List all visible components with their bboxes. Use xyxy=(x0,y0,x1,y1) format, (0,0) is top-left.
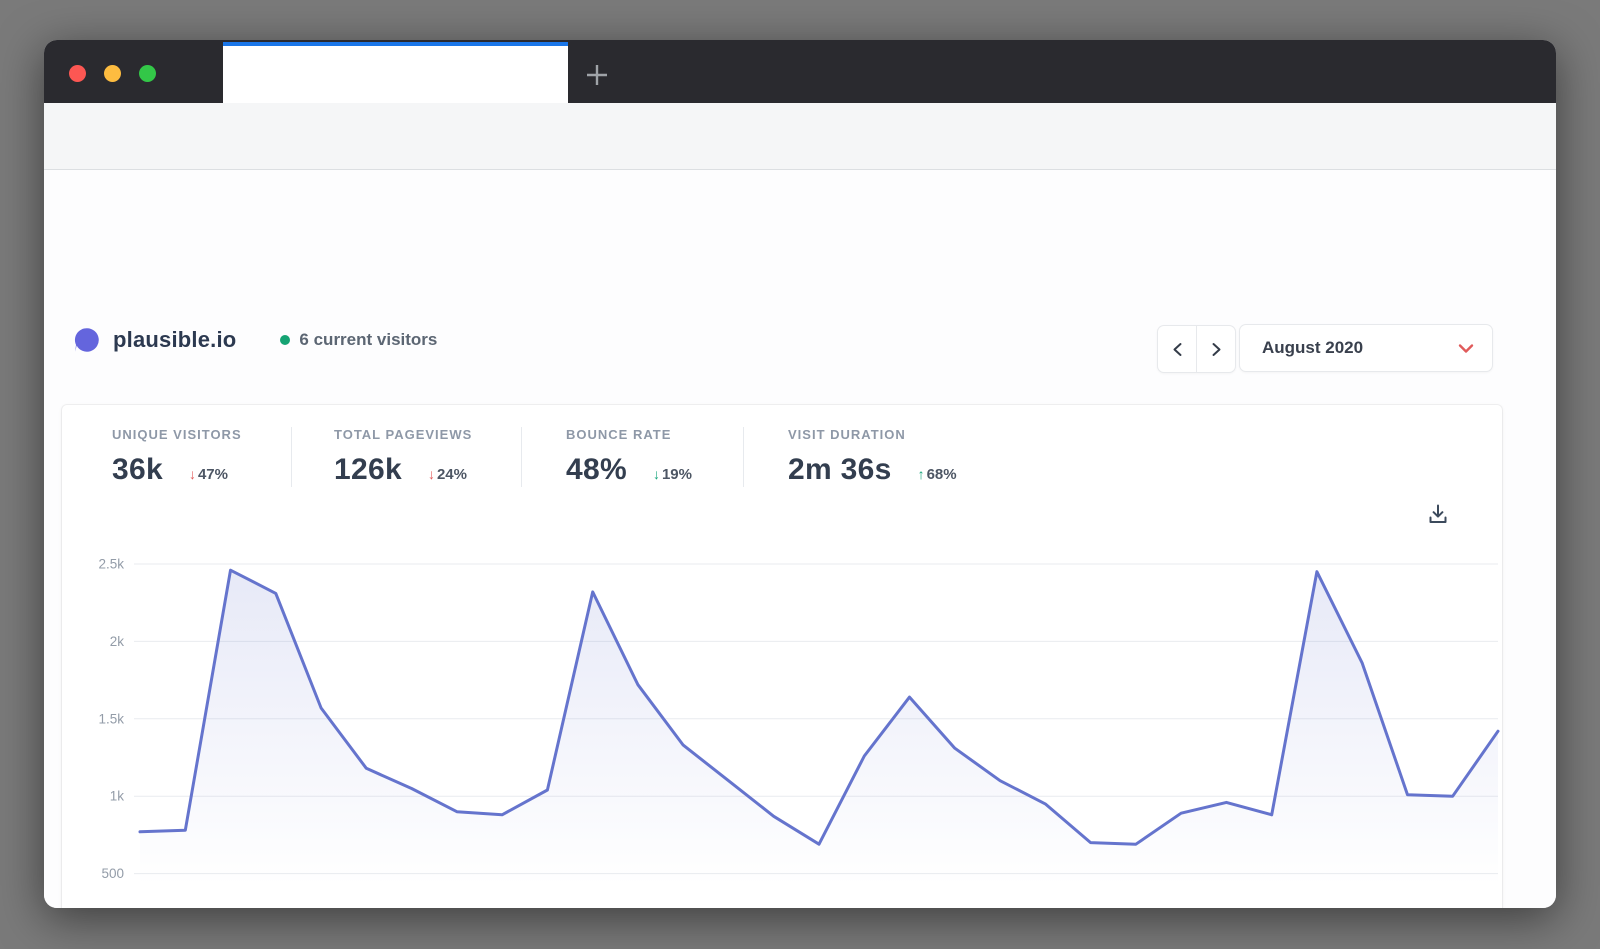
arrow-down-icon: ↓ xyxy=(189,466,196,482)
stat-label: TOTAL PAGEVIEWS xyxy=(334,427,521,442)
arrow-up-icon: ↑ xyxy=(918,466,925,482)
next-period-button[interactable] xyxy=(1197,326,1235,372)
current-visitors-text: 6 current visitors xyxy=(299,330,437,350)
stats-row: UNIQUE VISITORS 36k ↓47% TOTAL PAGEVIEWS… xyxy=(62,405,1502,487)
date-range-dropdown[interactable]: August 2020 xyxy=(1240,325,1492,371)
browser-toolbar xyxy=(44,103,1556,170)
stat-value: 36k xyxy=(112,453,163,487)
visitors-chart-svg: 05001k1.5k2k2.5k1 August5 August9 August… xyxy=(62,541,1502,908)
stat-value: 2m 36s xyxy=(788,453,892,487)
svg-text:500: 500 xyxy=(101,866,124,881)
visitors-chart[interactable]: 05001k1.5k2k2.5k1 August5 August9 August… xyxy=(62,541,1502,908)
arrow-down-icon: ↓ xyxy=(653,466,660,482)
minimize-window-button[interactable] xyxy=(104,65,121,82)
stat-label: VISIT DURATION xyxy=(788,427,957,442)
stat-visit-duration: VISIT DURATION 2m 36s ↑68% xyxy=(744,427,957,487)
site-name: plausible.io xyxy=(113,327,236,353)
stat-bounce-rate: BOUNCE RATE 48% ↓19% xyxy=(522,427,744,487)
stat-value: 48% xyxy=(566,453,627,487)
stat-delta: 68% xyxy=(927,466,957,483)
plus-icon xyxy=(584,62,610,88)
close-window-button[interactable] xyxy=(69,65,86,82)
export-csv-button[interactable] xyxy=(1426,502,1450,526)
stat-total-pageviews: TOTAL PAGEVIEWS 126k ↓24% xyxy=(292,427,522,487)
chevron-left-icon xyxy=(1171,342,1184,357)
stat-delta: 19% xyxy=(662,466,692,483)
svg-text:1.5k: 1.5k xyxy=(98,711,124,726)
previous-period-button[interactable] xyxy=(1158,326,1197,372)
stat-label: BOUNCE RATE xyxy=(566,427,743,442)
stat-label: UNIQUE VISITORS xyxy=(112,427,291,442)
chevron-down-icon xyxy=(1458,343,1474,354)
stat-delta: 24% xyxy=(437,466,467,483)
dashboard-card: UNIQUE VISITORS 36k ↓47% TOTAL PAGEVIEWS… xyxy=(62,405,1502,908)
current-visitors-badge[interactable]: 6 current visitors xyxy=(280,330,437,350)
browser-window: plausible.io 6 current visitors August 2… xyxy=(44,40,1556,908)
plausible-logo-icon xyxy=(72,325,102,355)
stat-unique-visitors: UNIQUE VISITORS 36k ↓47% xyxy=(112,427,292,487)
new-tab-button[interactable] xyxy=(584,62,610,88)
active-tab[interactable] xyxy=(223,42,568,103)
date-range-value: August 2020 xyxy=(1262,338,1458,358)
titlebar xyxy=(44,40,1556,103)
period-nav xyxy=(1158,326,1235,372)
arrow-down-icon: ↓ xyxy=(428,466,435,482)
svg-text:1k: 1k xyxy=(110,789,125,804)
stat-value: 126k xyxy=(334,453,402,487)
stat-delta: 47% xyxy=(198,466,228,483)
svg-text:2.5k: 2.5k xyxy=(98,557,124,572)
chevron-right-icon xyxy=(1210,342,1223,357)
download-icon xyxy=(1426,502,1450,526)
page-content: plausible.io 6 current visitors August 2… xyxy=(44,171,1556,908)
live-dot-icon xyxy=(280,335,290,345)
site-header: plausible.io 6 current visitors xyxy=(72,317,437,363)
svg-text:2k: 2k xyxy=(110,634,125,649)
zoom-window-button[interactable] xyxy=(139,65,156,82)
